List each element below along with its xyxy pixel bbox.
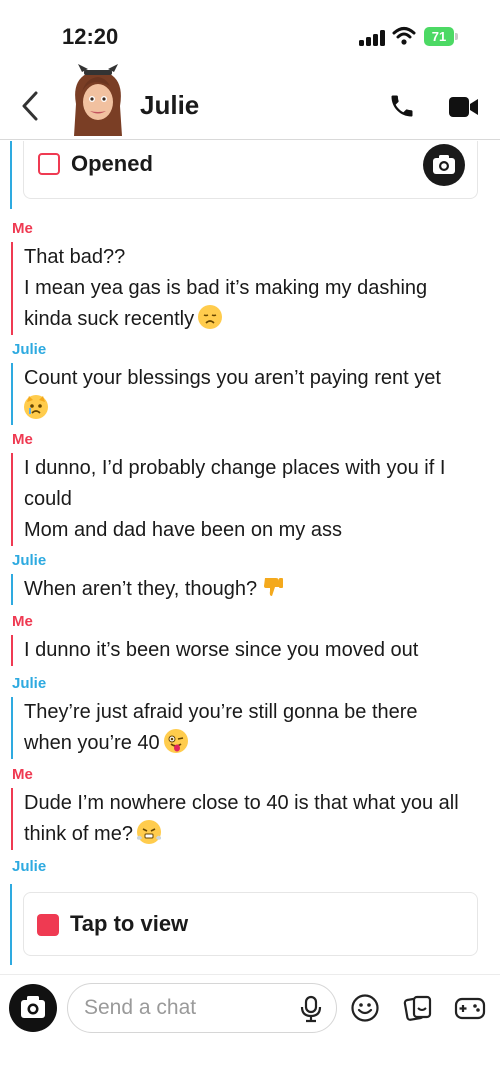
- sender-label: Me: [12, 766, 33, 783]
- message-line: I mean yea gas is bad it’s making my das…: [24, 277, 428, 299]
- wifi-icon: [392, 27, 416, 45]
- sender-label: Me: [12, 431, 33, 448]
- games-controller-icon[interactable]: [454, 993, 486, 1023]
- disappointed-face-emoji-icon: [198, 305, 223, 329]
- message-line: [24, 394, 441, 425]
- opened-snap[interactable]: Opened: [23, 141, 478, 199]
- reply-camera-button[interactable]: [423, 144, 465, 186]
- sender-label: Julie: [12, 552, 47, 569]
- message-line-text: kinda suck recently: [24, 308, 195, 330]
- message-line: When aren’t they, though?: [24, 574, 285, 605]
- sender-label: Julie: [12, 341, 47, 358]
- message-line-text: When aren’t they, though?: [24, 578, 258, 600]
- chat-composer: [0, 974, 500, 1084]
- camera-icon: [433, 155, 455, 174]
- message-text: That bad?? I mean yea gas is bad it’s ma…: [11, 242, 427, 335]
- battery-nub: [455, 33, 458, 40]
- snap-sender-bar: [10, 884, 12, 965]
- tap-to-view-label: Tap to view: [70, 911, 189, 936]
- message-text: I dunno, I’d probably change places with…: [11, 453, 445, 546]
- message-line: They’re just afraid you’re still gonna b…: [24, 701, 418, 723]
- message-line: could: [24, 488, 72, 510]
- chat-input[interactable]: [84, 995, 284, 1021]
- message-text: They’re just afraid you’re still gonna b…: [11, 697, 418, 759]
- message-line: Mom and dad have been on my ass: [24, 519, 342, 541]
- back-chevron-icon[interactable]: [18, 90, 42, 122]
- chat-thread: Opened Me That bad?? I mean yea gas is b…: [0, 141, 500, 974]
- phone-call-icon[interactable]: [388, 92, 416, 120]
- crying-cat-face-emoji-icon: [24, 395, 48, 419]
- sender-label: Me: [12, 220, 33, 237]
- sender-label: Julie: [12, 858, 47, 875]
- sender-label: Julie: [12, 675, 47, 692]
- message-line: when you’re 40: [24, 728, 418, 759]
- stickers-icon[interactable]: [403, 993, 433, 1023]
- battery-icon: 71: [424, 27, 454, 46]
- snap-sender-bar: [10, 141, 12, 209]
- new-snap-icon: [37, 914, 59, 936]
- contact-name[interactable]: Julie: [140, 90, 199, 121]
- message-line-text: when you’re 40: [24, 732, 160, 754]
- message-line: kinda suck recently: [24, 304, 427, 335]
- message-line: I dunno it’s been worse since you moved …: [24, 639, 419, 661]
- message-line: That bad??: [24, 246, 126, 268]
- bitmoji-avatar[interactable]: [66, 64, 130, 140]
- message-text: When aren’t they, though?: [11, 574, 285, 605]
- message-line: think of me?: [24, 819, 459, 850]
- sender-label: Me: [12, 613, 33, 630]
- unopened-snap[interactable]: Tap to view: [23, 892, 478, 956]
- chat-header: Julie: [0, 64, 500, 140]
- message-line-text: think of me?: [24, 823, 133, 845]
- winking-face-with-tongue-emoji-icon: [163, 729, 188, 753]
- status-bar: 12:20 71: [0, 0, 500, 70]
- status-time: 12:20: [62, 24, 119, 49]
- message-line: Count your blessings you aren’t paying r…: [24, 367, 441, 389]
- microphone-icon[interactable]: [299, 995, 323, 1023]
- opened-snap-icon: [38, 153, 60, 175]
- emoji-smiley-icon[interactable]: [350, 993, 380, 1023]
- message-line: I dunno, I’d probably change places with…: [24, 457, 446, 479]
- message-line: Dude I’m nowhere close to 40 is that wha…: [24, 792, 459, 814]
- chat-input-field[interactable]: [67, 983, 337, 1033]
- message-text: Count your blessings you aren’t paying r…: [11, 363, 441, 425]
- camera-icon: [21, 996, 45, 1018]
- opened-label: Opened: [71, 151, 153, 176]
- cellular-signal-icon: [359, 30, 385, 46]
- message-text: I dunno it’s been worse since you moved …: [11, 635, 418, 666]
- message-text: Dude I’m nowhere close to 40 is that wha…: [11, 788, 459, 850]
- face-with-steam-from-nose-emoji-icon: [136, 820, 161, 844]
- video-call-icon[interactable]: [449, 96, 479, 118]
- camera-button[interactable]: [9, 984, 57, 1032]
- thumbs-down-emoji-icon: [261, 575, 285, 599]
